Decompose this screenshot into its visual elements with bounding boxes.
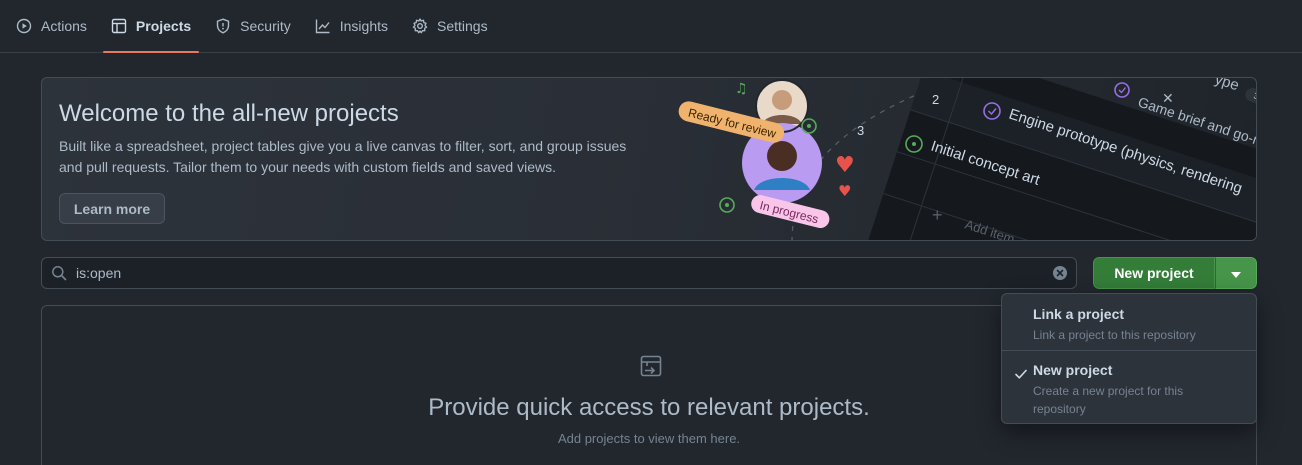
projects-illustration: Game brief and go-no ype 3 2 Engine prot… bbox=[678, 78, 1256, 240]
shield-icon bbox=[215, 18, 231, 34]
close-icon: ✕ bbox=[1162, 90, 1174, 106]
tab-insights[interactable]: Insights bbox=[307, 0, 396, 52]
tab-projects[interactable]: Projects bbox=[102, 0, 200, 53]
table-icon bbox=[111, 18, 127, 34]
search-input[interactable] bbox=[76, 265, 1052, 281]
svg-text:♥: ♥ bbox=[835, 153, 855, 178]
new-project-menu: Link a project Link a project to this re… bbox=[1001, 293, 1257, 424]
learn-more-button[interactable]: Learn more bbox=[59, 193, 165, 224]
menu-divider bbox=[1002, 350, 1256, 351]
menu-item-link-project[interactable]: Link a project Link a project to this re… bbox=[1002, 306, 1256, 344]
tab-label: Settings bbox=[437, 18, 488, 34]
repo-nav: Actions Projects Security Insights Setti… bbox=[0, 0, 1302, 53]
illustration-header-fragment: ype bbox=[1213, 78, 1241, 94]
menu-item-new-project[interactable]: New project Create a new project for thi… bbox=[1002, 362, 1256, 418]
svg-text:♥: ♥ bbox=[838, 182, 851, 200]
new-project-dropdown-toggle[interactable] bbox=[1215, 257, 1257, 289]
project-search[interactable] bbox=[41, 257, 1077, 289]
empty-state-subtitle: Add projects to view them here. bbox=[557, 431, 741, 446]
check-icon bbox=[1014, 367, 1028, 381]
tab-label: Insights bbox=[339, 18, 388, 34]
menu-item-title: New project bbox=[1033, 362, 1113, 378]
illustration-row-num: 3 bbox=[857, 123, 864, 138]
gear-icon bbox=[412, 18, 428, 34]
project-symlink-icon bbox=[640, 355, 662, 377]
menu-item-title: Link a project bbox=[1033, 306, 1125, 322]
triangle-down-icon bbox=[1231, 265, 1241, 281]
illustration-row-num: 2 bbox=[932, 92, 939, 107]
clear-search-icon[interactable] bbox=[1052, 265, 1068, 281]
new-project-split-button: New project bbox=[1093, 257, 1257, 289]
tab-security[interactable]: Security bbox=[207, 0, 299, 52]
tab-actions[interactable]: Actions bbox=[8, 0, 95, 52]
menu-item-description: Create a new project for this repository bbox=[1033, 384, 1184, 416]
banner-description: Built like a spreadsheet, project tables… bbox=[59, 138, 627, 175]
search-icon bbox=[51, 265, 67, 281]
svg-text:+: + bbox=[932, 205, 943, 225]
tab-settings[interactable]: Settings bbox=[404, 0, 496, 52]
welcome-banner: Welcome to the all-new projects Built li… bbox=[41, 77, 1257, 241]
tab-label: Actions bbox=[41, 18, 87, 34]
menu-item-description: Link a project to this repository bbox=[1033, 328, 1196, 342]
tab-label: Projects bbox=[135, 18, 192, 34]
svg-text:♫: ♫ bbox=[735, 81, 748, 97]
tab-label: Security bbox=[240, 18, 291, 34]
new-project-button[interactable]: New project bbox=[1093, 257, 1215, 289]
play-icon bbox=[16, 18, 32, 34]
graph-icon bbox=[315, 18, 331, 34]
banner-title: Welcome to the all-new projects bbox=[59, 100, 399, 127]
